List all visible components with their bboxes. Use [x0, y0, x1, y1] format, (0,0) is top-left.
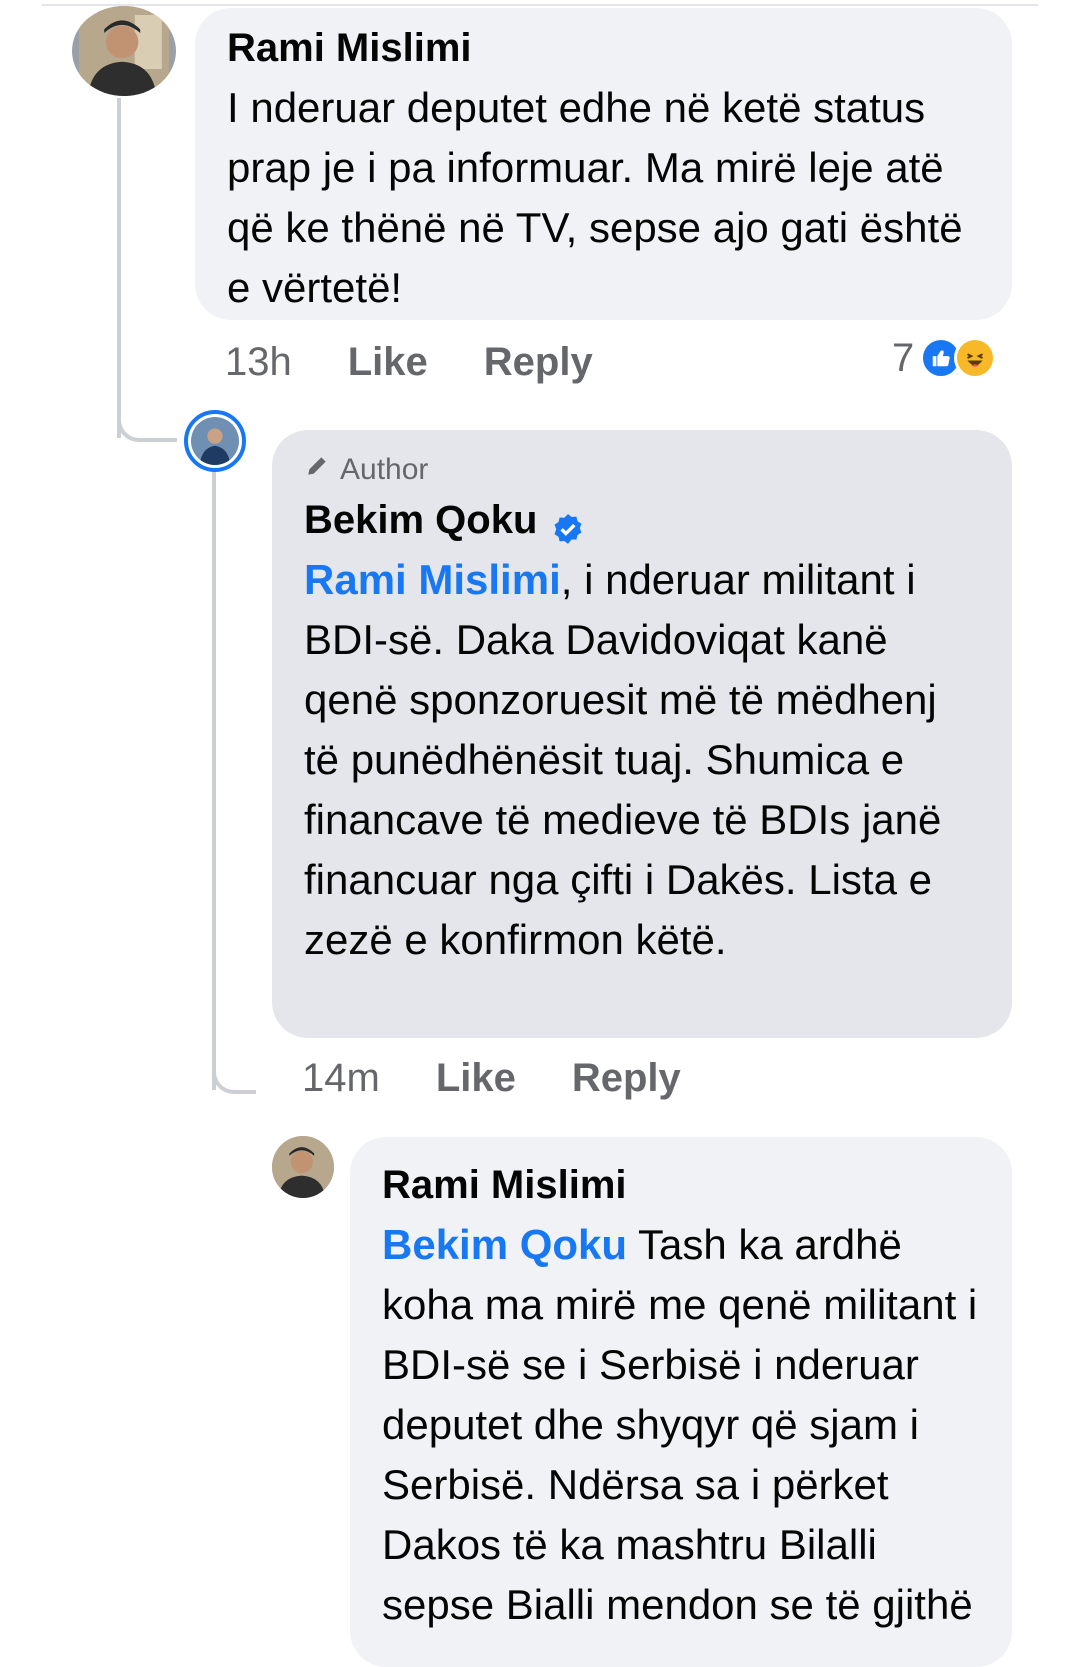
comment-author-row: Bekim Qoku [304, 490, 980, 550]
mention-link[interactable]: Rami Mislimi [304, 556, 561, 603]
comment-text: Bekim Qoku Tash ka ardhë koha ma mirë me… [382, 1215, 980, 1635]
avatar[interactable] [72, 6, 176, 96]
person-photo-icon [191, 417, 239, 465]
author-badge-label: Author [340, 453, 429, 486]
comment-text: Rami Mislimi, i nderuar militant i BDI-s… [304, 550, 980, 970]
comment-author[interactable]: Rami Mislimi [227, 18, 980, 78]
verified-badge-icon [551, 503, 585, 544]
comment-author[interactable]: Bekim Qoku [304, 490, 537, 550]
comment-author[interactable]: Rami Mislimi [382, 1155, 980, 1215]
avatar[interactable] [184, 410, 246, 472]
like-button[interactable]: Like [436, 1056, 516, 1101]
author-badge: Author [304, 450, 980, 490]
comment-bubble: Author Bekim Qoku Rami Mislimi, i nderua… [272, 430, 1012, 1038]
comment-actions: 13h Like Reply [225, 332, 649, 392]
comment-actions: 14m Like Reply [302, 1048, 737, 1108]
comment-timestamp[interactable]: 13h [225, 340, 292, 385]
comment-bubble: Rami Mislimi I nderuar deputet edhe në k… [195, 8, 1012, 320]
comment-timestamp[interactable]: 14m [302, 1056, 380, 1101]
thread-line [212, 470, 216, 1090]
pencil-icon [304, 453, 330, 487]
reaction-count: 7 [892, 335, 915, 380]
thread-line [117, 98, 121, 438]
comment-body: , i nderuar militant i BDI-së. Daka Davi… [304, 556, 942, 963]
divider [42, 4, 1038, 6]
comment-body: Tash ka ardhë koha ma mirë me qenë milit… [382, 1221, 978, 1628]
person-photo-icon [79, 6, 169, 96]
like-button[interactable]: Like [348, 340, 428, 385]
reply-button[interactable]: Reply [484, 340, 593, 385]
reply-button[interactable]: Reply [572, 1056, 681, 1101]
thread-line-elbow [212, 1066, 256, 1094]
person-photo-icon [272, 1136, 334, 1198]
mention-link[interactable]: Bekim Qoku [382, 1221, 627, 1268]
thread-line-elbow [117, 414, 177, 442]
comment-bubble: Rami Mislimi Bekim Qoku Tash ka ardhë ko… [350, 1137, 1012, 1667]
avatar[interactable] [272, 1136, 334, 1198]
haha-icon [954, 337, 997, 379]
reaction-summary[interactable]: 7 [892, 328, 997, 388]
comment-text: I nderuar deputet edhe në ketë status pr… [227, 84, 963, 311]
